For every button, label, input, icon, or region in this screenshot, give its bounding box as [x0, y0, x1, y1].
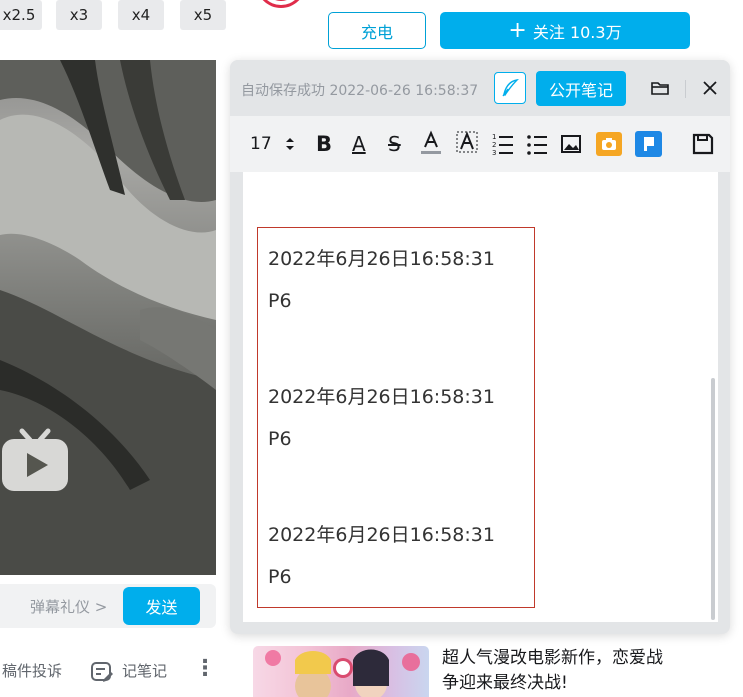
image-icon[interactable]: [560, 130, 582, 158]
thumbnail-art: [265, 649, 420, 697]
video-player[interactable]: [0, 60, 216, 575]
svg-text:2: 2: [492, 141, 496, 149]
folder-button[interactable]: [648, 76, 672, 100]
strikethrough-button[interactable]: S: [388, 130, 401, 158]
bilibili-tv-icon: [2, 428, 68, 491]
note-page: P6: [268, 566, 292, 588]
note-icon: [91, 662, 113, 682]
danmu-etiquette-link[interactable]: 弹幕礼仪 >: [30, 596, 107, 617]
note-timestamp: 2022年6月26日16:58:31: [268, 386, 495, 408]
take-note-button[interactable]: 记笔记: [122, 660, 167, 681]
speed-option[interactable]: x4: [118, 0, 164, 30]
note-page: P6: [268, 290, 292, 312]
recommendation-thumbnail[interactable]: [253, 646, 429, 697]
speed-option[interactable]: x3: [56, 0, 102, 30]
note-editor[interactable]: 2022年6月26日16:58:31 P6 2022年6月26日16:58:31…: [243, 172, 718, 622]
pen-button[interactable]: [494, 72, 526, 104]
uploader-avatar[interactable]: [256, 0, 306, 8]
editor-scrollbar[interactable]: [711, 378, 715, 620]
follow-label: 关注 10.3万: [532, 22, 622, 42]
recommendation-title[interactable]: 超人气漫改电影新作，恋爱战 争迎来最终决战!: [442, 646, 712, 696]
recommendation-title-line: 超人气漫改电影新作，恋爱战: [442, 648, 663, 668]
note-timestamp: 2022年6月26日16:58:31: [268, 524, 495, 546]
timestamp-flag-button[interactable]: [635, 131, 662, 157]
highlight-button[interactable]: A: [352, 130, 366, 158]
note-page: P6: [268, 428, 292, 450]
folder-icon: [651, 82, 669, 95]
note-panel-header: 自动保存成功 2022-06-26 16:58:37 公开笔记: [230, 60, 730, 116]
feather-pen-icon: [502, 79, 519, 97]
recommendation-title-line: 争迎来最终决战!: [442, 673, 568, 693]
background-color-icon[interactable]: [456, 130, 478, 158]
speed-option[interactable]: x2.5: [0, 0, 42, 30]
svg-text:1: 1: [492, 133, 496, 141]
plus-icon: +: [508, 17, 527, 43]
public-note-button[interactable]: 公开笔记: [536, 71, 626, 106]
note-panel: 自动保存成功 2022-06-26 16:58:37 公开笔记 17 B A S…: [230, 60, 730, 634]
bullet-list-icon[interactable]: [526, 130, 548, 158]
flag-icon: [643, 137, 654, 151]
header-divider: [685, 80, 686, 98]
font-size-value[interactable]: 17: [250, 130, 272, 158]
speed-option[interactable]: x5: [180, 0, 226, 30]
note-timestamp: 2022年6月26日16:58:31: [268, 248, 495, 270]
svg-text:3: 3: [492, 149, 496, 157]
save-icon[interactable]: [692, 130, 714, 158]
close-button[interactable]: [698, 76, 722, 100]
charge-button[interactable]: 充电: [328, 12, 426, 49]
font-size-stepper-icon[interactable]: [284, 136, 296, 152]
note-quote-block: [257, 227, 535, 608]
more-options-icon[interactable]: ⋮: [194, 656, 216, 681]
report-link[interactable]: 稿件投诉: [2, 660, 62, 681]
camera-icon: [602, 138, 616, 150]
bold-button[interactable]: B: [316, 130, 332, 158]
ordered-list-icon[interactable]: 1 2 3: [492, 130, 514, 158]
send-danmu-button[interactable]: 发送: [123, 587, 200, 625]
follow-button[interactable]: + 关注 10.3万: [440, 12, 690, 49]
editor-toolbar: 17 B A S 1 2 3: [230, 116, 730, 172]
close-icon: [703, 81, 717, 95]
screenshot-button[interactable]: [596, 132, 622, 156]
font-color-icon[interactable]: [420, 130, 442, 158]
video-frame: [0, 60, 216, 575]
autosave-status: 自动保存成功 2022-06-26 16:58:37: [241, 83, 479, 99]
